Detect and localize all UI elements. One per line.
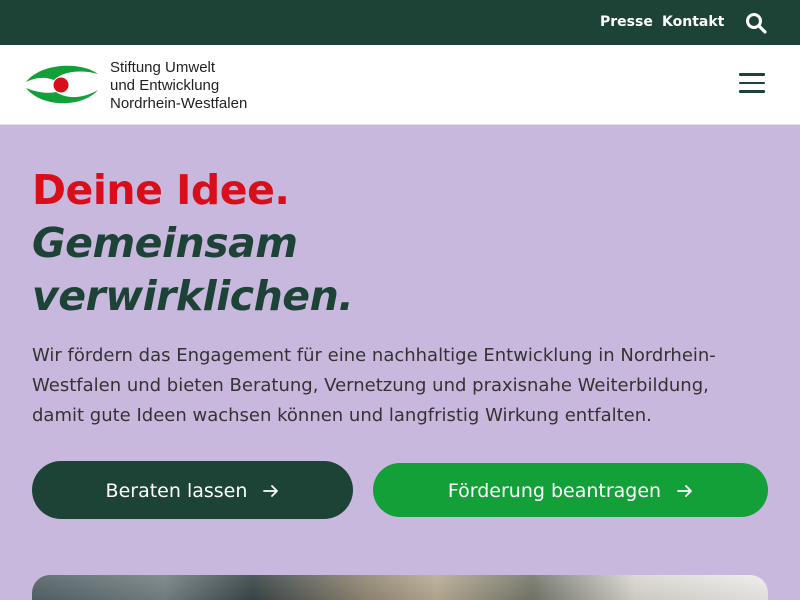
menu-button[interactable]: [738, 73, 768, 97]
headline-line-1: Deine Idee.: [32, 166, 290, 214]
hamburger-icon: [739, 73, 765, 76]
hamburger-bar-3: [739, 90, 765, 93]
logo-icon[interactable]: [24, 60, 100, 110]
site-header: Stiftung Umwelt und Entwicklung Nordrhei…: [0, 45, 800, 125]
logo-text[interactable]: Stiftung Umwelt und Entwicklung Nordrhei…: [110, 59, 247, 113]
logo-line-3: Nordrhein-Westfalen: [110, 95, 248, 112]
consultation-button[interactable]: Beraten lassen: [32, 461, 353, 519]
arrow-right-icon: [263, 484, 279, 497]
photo-overlay: [32, 575, 768, 600]
hero-headline: Deine Idee. Gemeinsam verwirklichen.: [32, 164, 354, 323]
consultation-button-label: Beraten lassen: [105, 479, 248, 502]
press-link[interactable]: Presse: [600, 13, 653, 31]
logo-line-2: und Entwicklung: [110, 77, 220, 94]
hamburger-bar-2: [739, 81, 765, 84]
headline-line-2: Gemeinsam: [32, 219, 298, 267]
funding-button[interactable]: Förderung beantragen: [373, 463, 768, 517]
funding-button-label: Förderung beantragen: [447, 479, 662, 502]
headline-line-3: verwirklichen.: [32, 272, 354, 320]
hero-photo: [32, 575, 768, 600]
hero-section: Deine Idee. Gemeinsam verwirklichen. Wir…: [0, 126, 800, 600]
contact-link[interactable]: Kontakt: [662, 13, 724, 31]
search-icon[interactable]: [744, 11, 768, 35]
logo-line-1: Stiftung Umwelt: [110, 59, 216, 76]
arrow-right-icon: [677, 484, 693, 497]
hero-intro: Wir fördern das Engagement für eine nach…: [32, 345, 716, 426]
top-bar: Presse Kontakt: [0, 0, 800, 45]
